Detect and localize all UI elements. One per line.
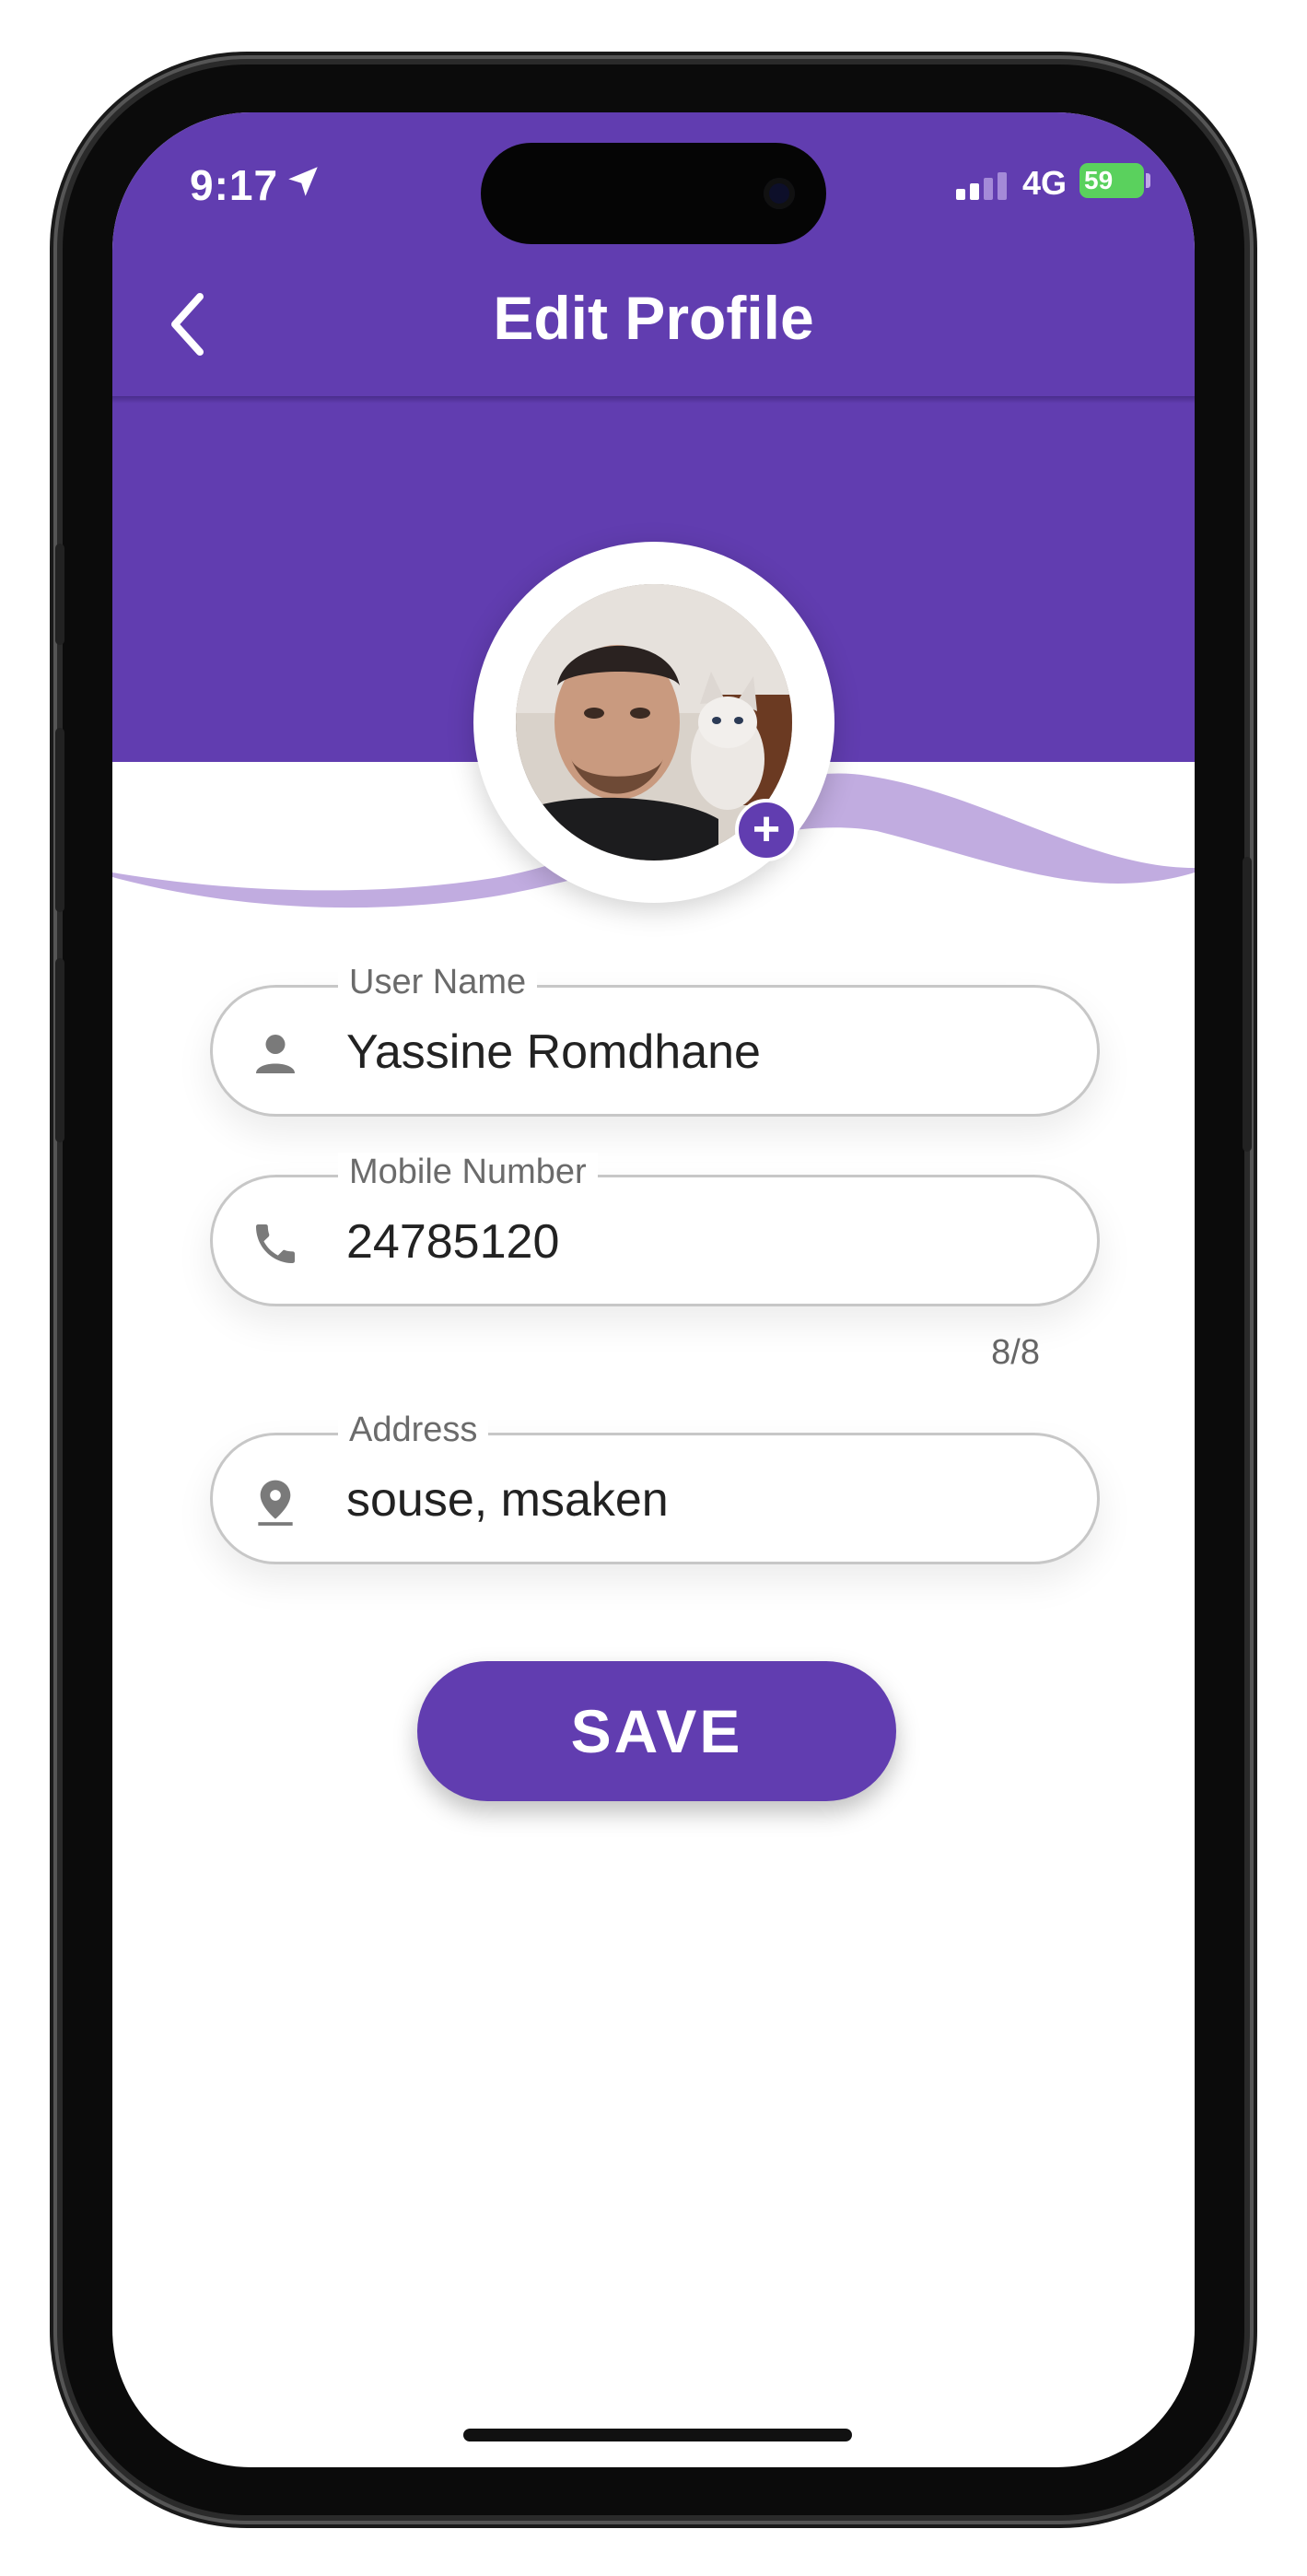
username-input[interactable]: Yassine Romdhane bbox=[346, 1025, 761, 1080]
battery-percent: 59 bbox=[1084, 166, 1114, 194]
front-camera bbox=[764, 178, 795, 209]
signal-icon bbox=[956, 172, 1007, 200]
home-indicator[interactable] bbox=[463, 2429, 852, 2441]
save-button[interactable]: SAVE bbox=[417, 1661, 896, 1801]
address-field[interactable]: Address souse, msaken bbox=[210, 1411, 1100, 1564]
username-label: User Name bbox=[338, 963, 538, 1002]
phone-icon bbox=[256, 1224, 295, 1263]
network-type: 4G bbox=[1022, 164, 1068, 202]
page-title: Edit Profile bbox=[493, 284, 814, 352]
mobile-number-field[interactable]: Mobile Number 24785120 bbox=[210, 1153, 1100, 1306]
location-pin-icon bbox=[258, 1480, 293, 1526]
location-arrow-icon bbox=[288, 167, 318, 196]
action-button bbox=[55, 544, 64, 645]
volume-down-button bbox=[55, 958, 64, 1142]
mobile-number-counter: 8/8 bbox=[991, 1333, 1040, 1372]
person-icon bbox=[256, 1035, 295, 1073]
address-label: Address bbox=[338, 1411, 489, 1450]
mobile-number-input[interactable]: 24785120 bbox=[346, 1214, 559, 1270]
address-input[interactable]: souse, msaken bbox=[346, 1472, 669, 1528]
battery-cap bbox=[1146, 173, 1150, 188]
volume-up-button bbox=[55, 728, 64, 912]
appbar-divider bbox=[112, 396, 1195, 404]
status-time: 9:17 bbox=[190, 161, 279, 209]
app-screen: 9:17 4G 59 Edit Profile + User Name Yass… bbox=[112, 112, 1195, 2467]
power-button bbox=[1243, 857, 1252, 1152]
add-photo-icon[interactable]: + bbox=[735, 799, 798, 861]
battery-level: 59 bbox=[1079, 163, 1144, 198]
dynamic-island bbox=[481, 143, 826, 244]
mobile-number-label: Mobile Number bbox=[338, 1153, 598, 1192]
username-field[interactable]: User Name Yassine Romdhane bbox=[210, 963, 1100, 1117]
